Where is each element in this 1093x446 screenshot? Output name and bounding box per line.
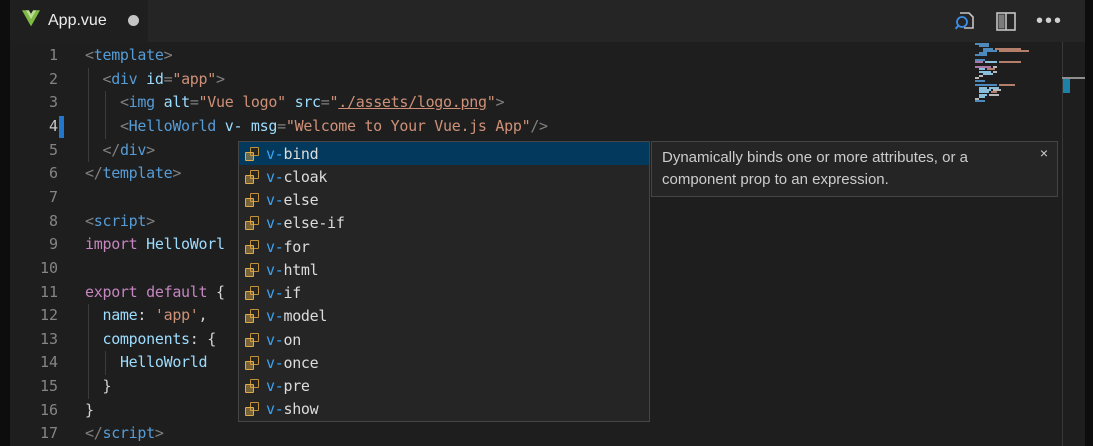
code-text: } bbox=[85, 375, 111, 399]
code-line-2[interactable]: 2 <div id="app"> bbox=[10, 68, 1062, 92]
line-number[interactable]: 5 bbox=[10, 139, 58, 163]
line-number[interactable]: 14 bbox=[10, 351, 58, 375]
code-line-17[interactable]: 17 </script> bbox=[10, 422, 1062, 446]
suggest-item-v-pre[interactable]: v-pre bbox=[239, 375, 649, 398]
suggest-item-label: v-else bbox=[266, 191, 318, 209]
line-number[interactable]: 17 bbox=[10, 422, 58, 446]
field-icon bbox=[244, 146, 260, 162]
suggest-docs-tooltip: Dynamically binds one or more attributes… bbox=[651, 141, 1058, 197]
field-icon bbox=[244, 332, 260, 348]
line-number[interactable]: 3 bbox=[10, 91, 58, 115]
code-text: export default { bbox=[85, 281, 225, 305]
field-icon bbox=[244, 169, 260, 185]
code-text: <script> bbox=[85, 210, 155, 234]
suggest-item-v-on[interactable]: v-on bbox=[239, 328, 649, 351]
suggest-item-label: v-cloak bbox=[266, 168, 327, 186]
code-text: </script> bbox=[85, 422, 164, 446]
close-icon[interactable]: × bbox=[1040, 145, 1048, 161]
suggest-item-v-else-if[interactable]: v-else-if bbox=[239, 212, 649, 235]
split-editor-icon[interactable] bbox=[996, 12, 1016, 31]
suggest-item-label: v-pre bbox=[266, 377, 310, 395]
code-line-1[interactable]: 1 <template> bbox=[10, 44, 1062, 68]
minimap-row bbox=[975, 100, 1062, 102]
line-number[interactable]: 16 bbox=[10, 399, 58, 423]
tab-title: App.vue bbox=[48, 12, 107, 30]
line-number[interactable]: 9 bbox=[10, 233, 58, 257]
suggest-item-v-bind[interactable]: v-bind bbox=[239, 142, 649, 165]
code-text: <template> bbox=[85, 44, 172, 68]
code-text: </template> bbox=[85, 162, 181, 186]
modified-indicator-dot[interactable] bbox=[128, 15, 139, 26]
suggest-item-label: v-html bbox=[266, 261, 318, 279]
code-text: <HelloWorld v- msg="Welcome to Your Vue.… bbox=[85, 115, 548, 139]
line-number[interactable]: 6 bbox=[10, 162, 58, 186]
field-icon bbox=[244, 355, 260, 371]
suggest-item-v-if[interactable]: v-if bbox=[239, 282, 649, 305]
more-actions-icon[interactable]: ••• bbox=[1036, 16, 1063, 26]
suggest-item-label: v-show bbox=[266, 400, 318, 418]
code-text: import HelloWorl bbox=[85, 233, 225, 257]
line-number[interactable]: 8 bbox=[10, 210, 58, 234]
suggest-item-label: v-else-if bbox=[266, 214, 345, 232]
suggest-item-label: v-model bbox=[266, 307, 327, 325]
line-number[interactable]: 4 bbox=[10, 115, 58, 139]
code-line-3[interactable]: 3 <img alt="Vue logo" src="./assets/logo… bbox=[10, 91, 1062, 115]
line-number[interactable]: 15 bbox=[10, 375, 58, 399]
suggest-widget: v-bind v-cloak v-else v-else-if v-for v-html v… bbox=[238, 141, 650, 422]
code-text: </div> bbox=[85, 139, 155, 163]
suggest-item-v-cloak[interactable]: v-cloak bbox=[239, 165, 649, 188]
code-text: components: { bbox=[85, 328, 216, 352]
editor-actions: ••• bbox=[954, 0, 1063, 42]
suggest-item-v-else[interactable]: v-else bbox=[239, 189, 649, 212]
line-number[interactable]: 2 bbox=[10, 68, 58, 92]
line-number[interactable]: 7 bbox=[10, 186, 58, 210]
code-line-4[interactable]: 4 <HelloWorld v- msg="Welcome to Your Vu… bbox=[10, 115, 1062, 139]
code-text: HelloWorld bbox=[85, 351, 207, 375]
suggest-item-label: v-if bbox=[266, 284, 301, 302]
suggest-item-label: v-once bbox=[266, 354, 318, 372]
right-edge-strip bbox=[1085, 0, 1093, 446]
gutter-modified-marker bbox=[59, 116, 64, 138]
vscode-editor-window: App.vue ••• 1<template>2 <div id= bbox=[0, 0, 1093, 446]
suggest-item-label: v-on bbox=[266, 331, 301, 349]
left-edge-strip bbox=[0, 0, 10, 446]
vue-logo-icon bbox=[22, 10, 40, 32]
field-icon bbox=[244, 401, 260, 417]
suggest-item-v-model[interactable]: v-model bbox=[239, 305, 649, 328]
suggest-docs-text: Dynamically binds one or more attributes… bbox=[662, 149, 968, 188]
field-icon bbox=[244, 308, 260, 324]
line-number[interactable]: 11 bbox=[10, 281, 58, 305]
line-number[interactable]: 1 bbox=[10, 44, 58, 68]
field-icon bbox=[244, 192, 260, 208]
overview-ruler[interactable] bbox=[1062, 42, 1085, 446]
minimap[interactable] bbox=[975, 43, 1062, 103]
field-icon bbox=[244, 239, 260, 255]
suggest-item-label: v-bind bbox=[266, 145, 318, 163]
line-number[interactable]: 10 bbox=[10, 257, 58, 281]
code-text: <div id="app"> bbox=[85, 68, 225, 92]
line-number[interactable]: 12 bbox=[10, 304, 58, 328]
code-text: <img alt="Vue logo" src="./assets/logo.p… bbox=[85, 91, 504, 115]
suggest-item-v-for[interactable]: v-for bbox=[239, 235, 649, 258]
editor-tab-bar: App.vue ••• bbox=[10, 0, 1085, 42]
suggest-item-v-show[interactable]: v-show bbox=[239, 398, 649, 421]
overview-modified-marker bbox=[1063, 79, 1070, 93]
code-text: name: 'app', bbox=[85, 304, 207, 328]
open-preview-icon[interactable] bbox=[954, 11, 976, 32]
field-icon bbox=[244, 215, 260, 231]
field-icon bbox=[244, 262, 260, 278]
line-number[interactable]: 13 bbox=[10, 328, 58, 352]
field-icon bbox=[244, 378, 260, 394]
suggest-item-v-html[interactable]: v-html bbox=[239, 258, 649, 281]
code-text: } bbox=[85, 399, 94, 423]
suggest-item-v-once[interactable]: v-once bbox=[239, 351, 649, 374]
suggest-item-label: v-for bbox=[266, 238, 310, 256]
field-icon bbox=[244, 285, 260, 301]
